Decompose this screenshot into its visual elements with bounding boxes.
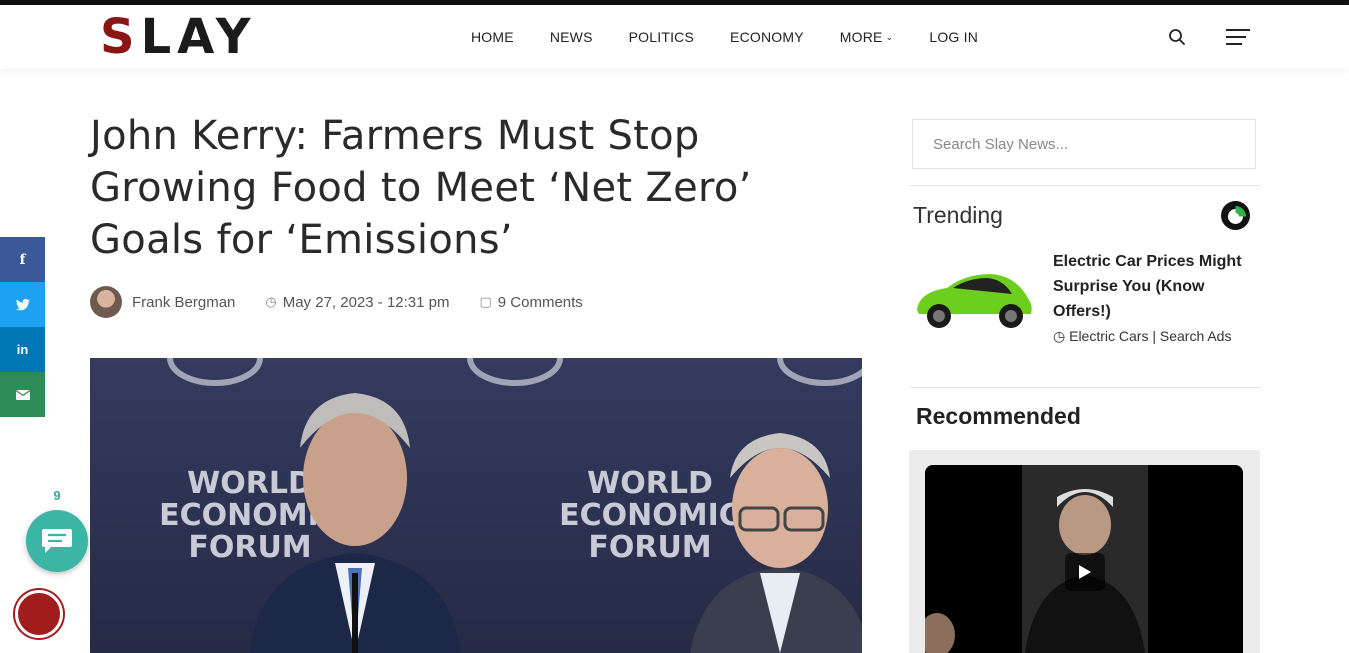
- article-meta: Frank Bergman ◷ May 27, 2023 - 12:31 pm …: [90, 286, 613, 318]
- nav-economy[interactable]: ECONOMY: [730, 29, 804, 45]
- share-twitter-button[interactable]: [0, 282, 45, 327]
- trending-ad-source[interactable]: ◷ Electric Cars | Search Ads: [1053, 328, 1249, 345]
- article-date: ◷ May 27, 2023 - 12:31 pm: [265, 294, 449, 311]
- sidebar-divider-1: [909, 185, 1260, 186]
- article-hero-image: WORLD ECONOMIC FORUM WORLD ECONOMIC FORU…: [90, 358, 862, 653]
- linkedin-icon: in: [16, 342, 29, 357]
- logo-letter-s: S: [100, 9, 141, 65]
- social-share-bar: f in: [0, 237, 45, 417]
- ad-network-logo-icon[interactable]: [1221, 201, 1250, 230]
- clock-icon: ◷: [265, 294, 277, 309]
- comments-widget-button[interactable]: [26, 510, 88, 572]
- notification-bell-button[interactable]: [15, 590, 63, 638]
- share-linkedin-button[interactable]: in: [0, 327, 45, 372]
- email-icon: [15, 389, 30, 400]
- article-date-text: May 27, 2023 - 12:31 pm: [282, 293, 450, 311]
- trending-ad-title-line-1: Electric Car Prices Might: [1053, 253, 1242, 270]
- wef-backdrop-word-1: WORLD: [187, 466, 313, 501]
- wef-backdrop-word-5: ECONOMIC: [559, 498, 741, 533]
- sidebar-divider-2: [909, 387, 1260, 388]
- recommended-heading: Recommended: [916, 403, 1081, 429]
- trending-heading: Trending: [913, 202, 1003, 228]
- clock-icon: ◷: [1053, 328, 1066, 344]
- trending-ad-image[interactable]: [913, 258, 1035, 338]
- trending-ad-title[interactable]: Electric Car Prices Might Surprise You (…: [1053, 249, 1253, 324]
- article-comments-link[interactable]: ▢ 9 Comments: [479, 294, 582, 311]
- green-car-illustration: [917, 274, 1032, 328]
- nav-more-label: MORE: [839, 29, 883, 45]
- nav-home[interactable]: HOME: [471, 29, 514, 45]
- play-icon: [1079, 565, 1091, 579]
- twitter-icon: [15, 298, 30, 310]
- site-logo[interactable]: S LAY: [100, 9, 256, 65]
- share-facebook-button[interactable]: f: [0, 237, 45, 282]
- site-header: S LAY HOME NEWS POLITICS ECONOMY MORE ⌄ L…: [0, 5, 1349, 69]
- facebook-icon: f: [19, 251, 26, 268]
- author-avatar[interactable]: [90, 286, 122, 318]
- nav-more[interactable]: MORE ⌄: [840, 29, 894, 45]
- trending-ad-title-line-3: Offers!): [1053, 303, 1111, 320]
- logo-letters: LAY: [140, 9, 257, 65]
- play-button[interactable]: [1065, 553, 1105, 591]
- share-email-button[interactable]: [0, 372, 45, 417]
- main-nav: HOME NEWS POLITICS ECONOMY MORE ⌄ LOG IN: [471, 5, 1014, 69]
- sidebar-search-input[interactable]: [912, 119, 1256, 169]
- chevron-down-icon: ⌄: [885, 31, 894, 42]
- nav-login[interactable]: LOG IN: [929, 29, 978, 45]
- article-title: John Kerry: Farmers Must Stop Growing Fo…: [90, 113, 752, 263]
- trending-ad-source-text: Electric Cars | Search Ads: [1069, 328, 1232, 344]
- author-name[interactable]: Frank Bergman: [132, 294, 235, 311]
- wef-backdrop-word-3: FORUM: [188, 530, 311, 565]
- nav-politics[interactable]: POLITICS: [629, 29, 694, 45]
- article-comments-text: 9 Comments: [497, 293, 583, 311]
- comment-count-badge: 9: [53, 488, 61, 503]
- comment-icon: ▢: [479, 294, 492, 309]
- hero-photo: WORLD ECONOMIC FORUM WORLD ECONOMIC FORU…: [90, 358, 862, 653]
- trending-ad-title-line-2: Surprise You (Know: [1053, 278, 1205, 295]
- wef-backdrop-word-4: WORLD: [587, 466, 713, 501]
- nav-news[interactable]: NEWS: [550, 29, 593, 45]
- hamburger-menu-icon[interactable]: [1224, 27, 1252, 47]
- chat-bubble-icon: [42, 529, 72, 553]
- wef-backdrop-word-6: FORUM: [588, 530, 711, 565]
- search-icon[interactable]: [1167, 27, 1187, 47]
